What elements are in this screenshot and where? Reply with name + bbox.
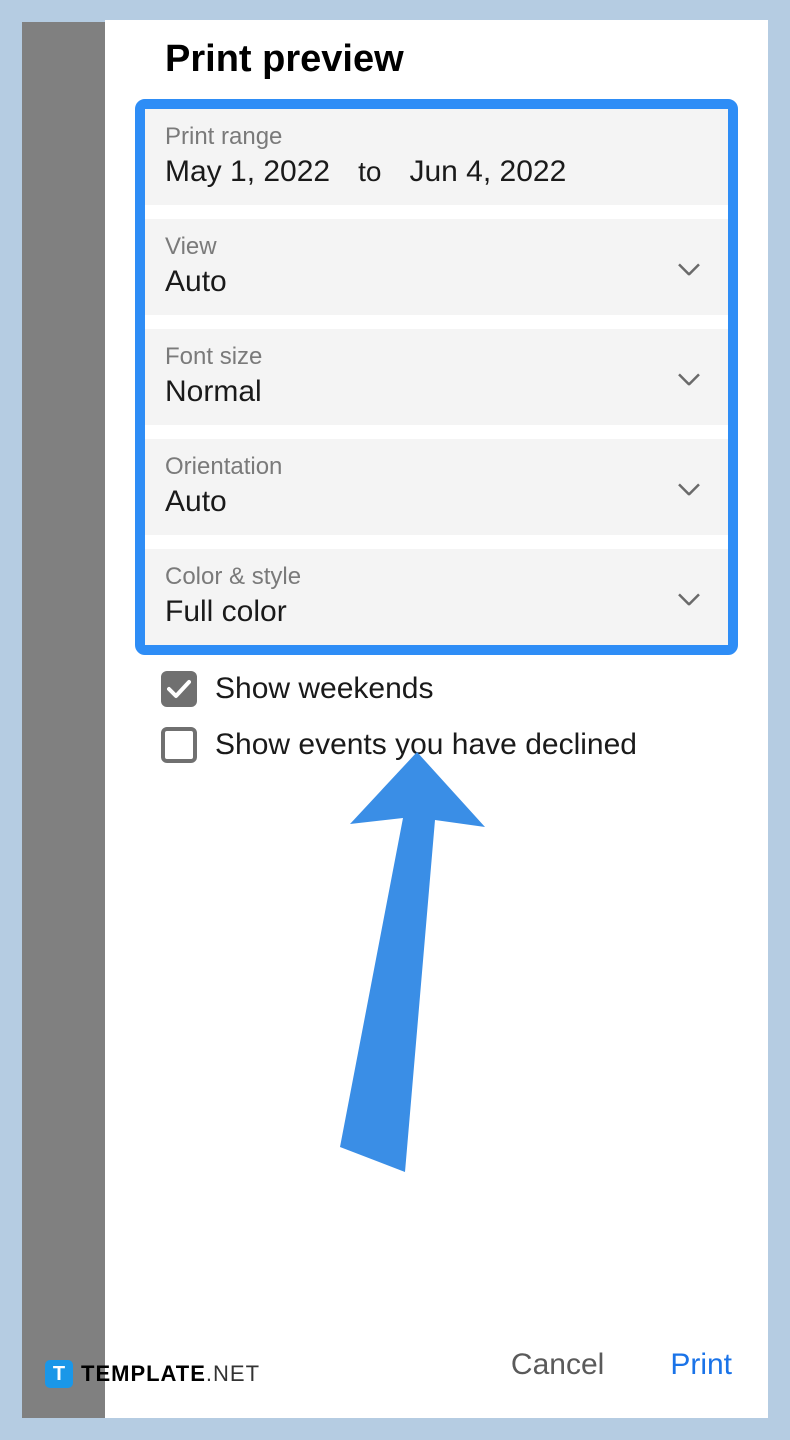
page-title: Print preview <box>105 20 768 99</box>
color-style-value: Full color <box>165 595 708 629</box>
show-declined-label: Show events you have declined <box>215 728 637 762</box>
chevron-down-icon <box>678 593 700 605</box>
chevron-down-icon <box>678 263 700 275</box>
view-value: Auto <box>165 265 708 299</box>
highlighted-settings-group: Print range May 1, 2022 to Jun 4, 2022 V… <box>135 99 738 655</box>
show-declined-checkbox[interactable] <box>161 727 197 763</box>
font-size-value: Normal <box>165 375 708 409</box>
chevron-down-icon <box>678 373 700 385</box>
print-range-start[interactable]: May 1, 2022 <box>165 155 330 189</box>
chevron-down-icon <box>678 483 700 495</box>
watermark: T TEMPLATE.NET <box>45 1360 260 1388</box>
show-weekends-row[interactable]: Show weekends <box>105 661 768 717</box>
dialog-footer: Cancel Print <box>507 1342 736 1388</box>
show-weekends-label: Show weekends <box>215 672 433 706</box>
font-size-field[interactable]: Font size Normal <box>145 329 728 425</box>
watermark-bold: TEMPLATE <box>81 1361 206 1386</box>
print-range-to: to <box>358 156 381 188</box>
print-button[interactable]: Print <box>666 1342 736 1388</box>
show-declined-row[interactable]: Show events you have declined <box>105 717 768 773</box>
font-size-label: Font size <box>165 343 708 371</box>
view-label: View <box>165 233 708 261</box>
watermark-badge: T <box>45 1360 73 1388</box>
color-style-field[interactable]: Color & style Full color <box>145 549 728 645</box>
cancel-button[interactable]: Cancel <box>507 1342 608 1388</box>
orientation-label: Orientation <box>165 453 708 481</box>
show-weekends-checkbox[interactable] <box>161 671 197 707</box>
watermark-light: .NET <box>206 1361 260 1386</box>
orientation-field[interactable]: Orientation Auto <box>145 439 728 535</box>
color-style-label: Color & style <box>165 563 708 591</box>
print-range-field[interactable]: Print range May 1, 2022 to Jun 4, 2022 <box>145 109 728 205</box>
print-preview-panel: Print preview Print range May 1, 2022 to… <box>105 20 768 1418</box>
view-field[interactable]: View Auto <box>145 219 728 315</box>
watermark-text: TEMPLATE.NET <box>81 1361 260 1387</box>
print-range-label: Print range <box>165 123 708 151</box>
print-range-end[interactable]: Jun 4, 2022 <box>409 155 566 189</box>
orientation-value: Auto <box>165 485 708 519</box>
